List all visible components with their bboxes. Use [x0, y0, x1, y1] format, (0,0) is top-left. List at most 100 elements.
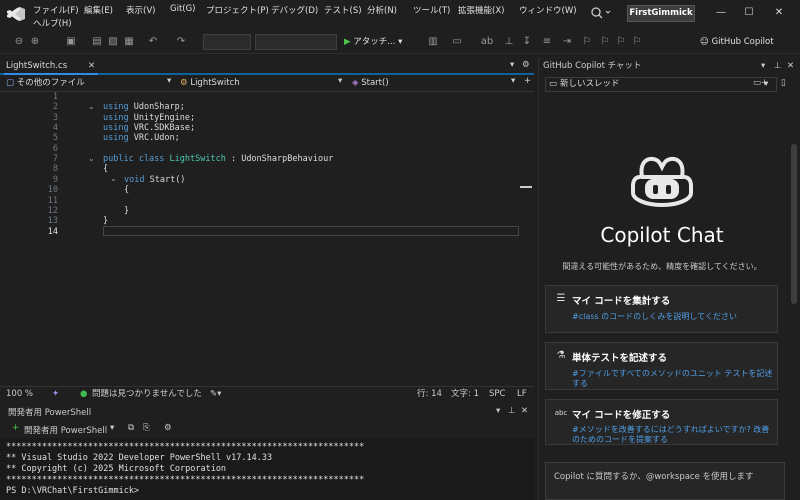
save-all-icon[interactable]: ▦ [122, 35, 136, 49]
bookmark-clear-icon[interactable]: ⚐ [630, 35, 644, 49]
suggestion-title: 単体テストを記述する [572, 353, 668, 364]
menu-item[interactable]: 編集(E) [84, 4, 113, 16]
close-icon[interactable]: ✕ [88, 58, 95, 74]
tab-lightswitch[interactable]: LightSwitch.cs ✕ [4, 58, 98, 75]
code-line: public class LightSwitch : UdonSharpBeha… [103, 154, 333, 164]
suggestion-summarize-code[interactable]: ☰ マイ コードを集計する #class のコードのしくみを説明してください [545, 285, 778, 333]
layout-icon[interactable]: ▭ [450, 35, 464, 49]
save-icon[interactable]: ▨ [106, 35, 120, 49]
new-project-icon[interactable]: ▣ [64, 35, 78, 49]
close-icon[interactable]: ✕ [521, 406, 528, 416]
terminal-panel-header: 開発者用 PowerShell ▾ ⊥ ✕ [0, 405, 534, 419]
menu-item[interactable]: ウィンドウ(W) [519, 4, 577, 16]
code-line: using VRC.SDKBase; [103, 123, 195, 133]
code-keyword: using [103, 112, 129, 123]
breakpoint-icon[interactable]: ⊥ [502, 35, 516, 49]
settings-gear-icon[interactable]: ⚙ [522, 60, 530, 70]
fold-toggle-icon[interactable]: ⌄ [110, 174, 117, 183]
platform-select[interactable] [255, 34, 337, 50]
maximize-button[interactable]: ☐ [736, 3, 762, 23]
project-select[interactable]: ▢ その他のファイル [6, 76, 176, 91]
close-icon[interactable]: ✕ [787, 58, 794, 75]
step-icon[interactable]: ↧ [520, 35, 534, 49]
menu-item[interactable]: 分析(N) [367, 4, 397, 16]
pin-icon[interactable]: ⊥ [774, 58, 781, 75]
settings-gear-icon[interactable]: ⚙ [164, 423, 172, 433]
visual-studio-logo-icon[interactable] [6, 6, 26, 22]
chevron-down-icon[interactable]: ▾ [110, 423, 114, 433]
class-select[interactable]: ⚙ LightSwitch [180, 76, 346, 91]
search-icon [591, 7, 611, 19]
code-text: { [103, 164, 109, 175]
menu-item[interactable]: ファイル(F) [33, 4, 79, 16]
cleanup-icon[interactable]: ✎▾ [210, 388, 221, 400]
menu-help[interactable]: ヘルプ(H) [33, 17, 72, 29]
bookmark-icon[interactable]: ⚐ [580, 35, 594, 49]
char-indicator[interactable]: 文字: 1 [451, 388, 479, 400]
bookmark-prev-icon[interactable]: ⚐ [598, 35, 612, 49]
toolbox-icon[interactable]: ▥ [426, 35, 440, 49]
back-icon[interactable]: ⊖ [12, 35, 26, 49]
code-text: } [103, 216, 109, 227]
current-line-highlight [103, 226, 519, 236]
terminal-line: ****************************************… [6, 442, 365, 452]
chevron-down-icon: ▾ [511, 76, 516, 86]
panel-options-icon[interactable]: ▾ [761, 58, 765, 75]
thread-select[interactable]: ▭ 新しいスレッド ▾ [545, 77, 777, 92]
paste-icon[interactable]: ⎘ [143, 423, 150, 433]
intellicode-icon[interactable]: ✦ [52, 388, 59, 400]
issues-text[interactable]: 問題は見つかりませんでした [92, 388, 202, 400]
suggestion-fix-code[interactable]: abc マイ コードを修正する #メソッドを改善するにはどうすればよいですか? … [545, 399, 778, 445]
copilot-scrollbar[interactable] [789, 138, 799, 500]
project-label: その他のファイル [16, 78, 85, 88]
terminal-output[interactable]: ****************************************… [0, 438, 534, 500]
fold-toggle-icon[interactable]: ⌄ [88, 102, 95, 111]
scroll-thumb[interactable] [791, 144, 797, 304]
close-window-button[interactable]: ✕ [766, 3, 792, 23]
menu-item[interactable]: Git(G) [170, 4, 196, 14]
forward-icon[interactable]: ⊕ [28, 35, 42, 49]
menu-item[interactable]: プロジェクト(P) [206, 4, 269, 16]
pin-icon[interactable]: ⊥ [508, 406, 515, 416]
member-select[interactable]: ◈ Start() [352, 76, 516, 91]
zoom-level[interactable]: 100 % [6, 388, 33, 400]
split-icon[interactable]: + [524, 76, 531, 86]
suggestion-write-unit-tests[interactable]: ⚗ 単体テストを記述する #ファイルですべてのメソッドのユニット テストを記述す… [545, 342, 778, 390]
attach-button[interactable]: ▶ アタッチ... ▾ [344, 34, 402, 51]
code-line: { [124, 185, 129, 195]
open-folder-icon[interactable]: ▤ [90, 35, 104, 49]
new-thread-icon[interactable]: ▭+ [753, 78, 768, 88]
menu-item[interactable]: デバッグ(D) [271, 4, 318, 16]
plus-icon[interactable]: + [12, 423, 19, 433]
line-indicator[interactable]: 行: 14 [417, 388, 442, 400]
new-terminal-label[interactable]: 開発者用 PowerShell [24, 424, 107, 436]
editor-scrollbar[interactable] [519, 92, 532, 385]
copy-icon[interactable]: ⧉ [128, 423, 134, 433]
spellcheck-icon[interactable]: ab [480, 35, 494, 49]
code-type: LightSwitch [164, 154, 226, 165]
fold-toggle-icon[interactable]: ⌄ [88, 154, 95, 163]
whitespace-indicator[interactable]: SPC [489, 388, 505, 400]
menu-item[interactable]: 拡張機能(X) [458, 4, 504, 16]
code-editor[interactable] [0, 92, 519, 385]
copilot-settings-icon[interactable]: ▯ [781, 78, 786, 88]
github-copilot-button[interactable]: ☺ GitHub Copilot [700, 34, 774, 51]
solution-name-badge[interactable]: FirstGimmick [627, 5, 695, 22]
bookmark-next-icon[interactable]: ⚐ [614, 35, 628, 49]
minimize-button[interactable]: — [708, 3, 734, 23]
copilot-chat-input[interactable]: Copilot に質問するか、@workspace を使用します [545, 462, 785, 500]
menu-item[interactable]: 表示(V) [126, 4, 155, 16]
configuration-select[interactable] [203, 34, 251, 50]
align-icon[interactable]: ≡ [540, 35, 554, 49]
indent-icon[interactable]: ⇥ [560, 35, 574, 49]
tab-list-icon[interactable]: ▾ [510, 60, 514, 70]
panel-options-icon[interactable]: ▾ [496, 406, 500, 416]
line-ending-indicator[interactable]: LF [517, 388, 527, 400]
menu-item[interactable]: ツール(T) [413, 4, 450, 16]
menu-item[interactable]: テスト(S) [324, 4, 362, 16]
search-button[interactable] [586, 3, 612, 23]
undo-icon[interactable]: ↶ [146, 35, 160, 49]
redo-icon[interactable]: ↷ [174, 35, 188, 49]
line-number: 2 [52, 102, 58, 113]
code-line: } [124, 206, 129, 216]
